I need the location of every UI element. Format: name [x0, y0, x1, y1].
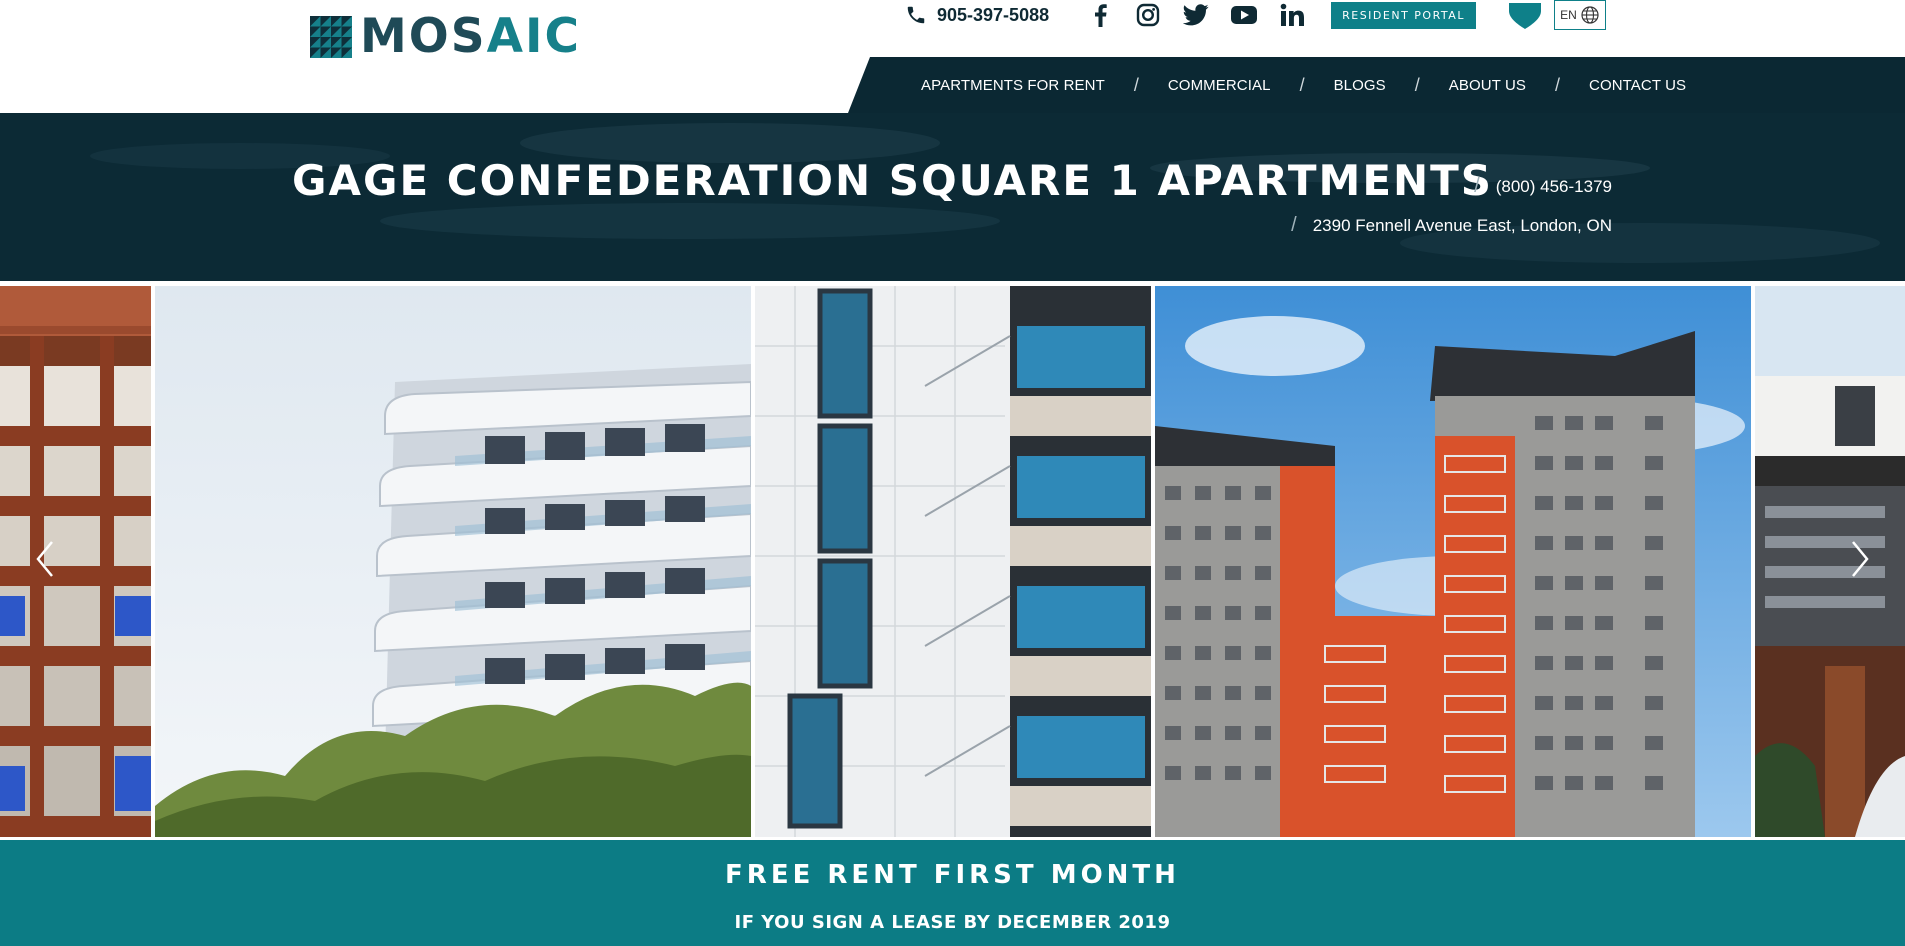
mosaic-logo[interactable]: MOSAIC	[310, 13, 581, 60]
property-phone-separator: /	[1474, 175, 1480, 197]
phone-icon	[907, 6, 925, 24]
property-address-separator: /	[1291, 214, 1297, 236]
gallery-slide-brick-balcony-building[interactable]	[0, 286, 151, 837]
promo-banner: FREE RENT FIRST MONTH IF YOU SIGN A LEAS…	[0, 840, 1905, 946]
header-phone[interactable]: 905-397-5088	[905, 4, 1049, 26]
nav-separator: /	[1299, 74, 1305, 95]
nav-commercial[interactable]: COMMERCIAL	[1168, 77, 1271, 94]
gallery-prev-button[interactable]	[30, 529, 60, 589]
chevron-right-icon	[1852, 541, 1869, 577]
nav-separator: /	[1414, 74, 1420, 95]
header-phone-number: 905-397-5088	[937, 4, 1050, 25]
chevron-left-icon	[36, 541, 53, 577]
property-address[interactable]: / 2390 Fennell Avenue East, London, ON	[1291, 214, 1612, 237]
logo-wordmark-part2: AIC	[486, 9, 581, 64]
gallery-slide-orange-grey-tower-blocks[interactable]	[1155, 286, 1751, 837]
logo-wordmark-part1: MOS	[360, 9, 487, 64]
main-nav: APARTMENTS FOR RENT / COMMERCIAL / BLOGS…	[921, 57, 1686, 113]
promo-title: FREE RENT FIRST MONTH	[725, 860, 1180, 890]
social-links	[1087, 2, 1305, 28]
youtube-icon[interactable]	[1231, 2, 1258, 28]
resident-portal-button[interactable]: RESIDENT PORTAL	[1331, 1, 1476, 29]
nav-contact-us[interactable]: CONTACT US	[1589, 77, 1686, 94]
gallery-next-button[interactable]	[1845, 529, 1875, 589]
nav-about-us[interactable]: ABOUT US	[1449, 77, 1526, 94]
nav-blogs[interactable]: BLOGS	[1334, 77, 1386, 94]
instagram-icon[interactable]	[1135, 2, 1161, 28]
heart-icon[interactable]	[1506, 0, 1544, 30]
language-selector[interactable]: EN	[1553, 0, 1606, 30]
water-texture	[380, 203, 1000, 239]
facebook-icon[interactable]	[1087, 2, 1113, 28]
linkedin-icon[interactable]	[1279, 2, 1305, 28]
logo-wordmark: MOSAIC	[360, 13, 581, 60]
property-address-text: 2390 Fennell Avenue East, London, ON	[1312, 215, 1612, 235]
globe-icon	[1581, 6, 1599, 24]
photo-gallery	[0, 284, 1905, 837]
top-bar: 905-397-5088 RESIDENT PORTAL EN	[905, 0, 1606, 30]
nav-separator: /	[1133, 74, 1139, 95]
gallery-slide-white-curved-balcony-building[interactable]	[155, 286, 751, 837]
nav-separator: /	[1555, 74, 1561, 95]
property-title: GAGE CONFEDERATION SQUARE 1 APARTMENTS	[292, 156, 1494, 205]
mosaic-logo-icon	[310, 16, 352, 58]
property-header-band: GAGE CONFEDERATION SQUARE 1 APARTMENTS /…	[0, 113, 1905, 281]
gallery-slide-modern-dark-wood-house[interactable]	[1755, 286, 1905, 837]
property-phone[interactable]: / (800) 456-1379	[1474, 175, 1612, 198]
property-phone-number: (800) 456-1379	[1495, 176, 1612, 196]
nav-apartments-for-rent[interactable]: APARTMENTS FOR RENT	[921, 77, 1105, 94]
gallery-slide-white-tile-facade[interactable]	[755, 286, 1151, 837]
twitter-icon[interactable]	[1183, 2, 1209, 28]
site-header: MOSAIC 905-397-5088 RESIDENT PORTAL EN A…	[0, 0, 1905, 113]
promo-subtitle: IF YOU SIGN A LEASE BY DECEMBER 2019	[734, 912, 1171, 933]
language-label: EN	[1560, 8, 1577, 22]
